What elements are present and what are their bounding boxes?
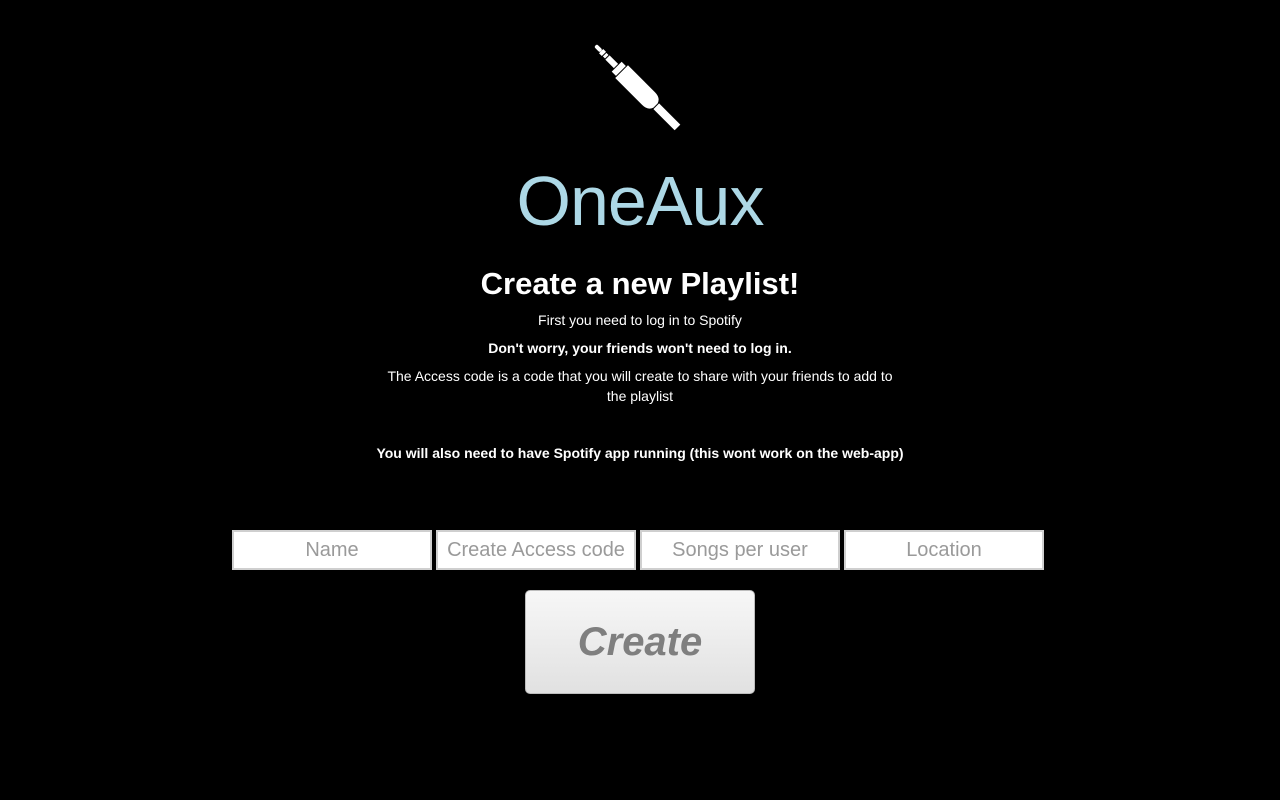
page-heading: Create a new Playlist! [480, 266, 800, 301]
spotify-app-requirement: You will also need to have Spotify app r… [376, 445, 904, 461]
app-title: OneAux [516, 162, 765, 240]
create-button[interactable]: Create [525, 590, 755, 694]
access-code-input[interactable] [436, 530, 636, 570]
login-instruction: First you need to log in to Spotify [538, 312, 742, 328]
friends-note: Don't worry, your friends won't need to … [488, 340, 792, 356]
name-input[interactable] [232, 530, 432, 570]
create-playlist-page: OneAux Create a new Playlist! First you … [0, 0, 1280, 800]
audio-jack-icon [585, 38, 695, 142]
songs-per-user-input[interactable] [640, 530, 840, 570]
playlist-form [232, 530, 1048, 570]
access-code-explanation: The Access code is a code that you will … [387, 368, 893, 404]
location-input[interactable] [844, 530, 1044, 570]
